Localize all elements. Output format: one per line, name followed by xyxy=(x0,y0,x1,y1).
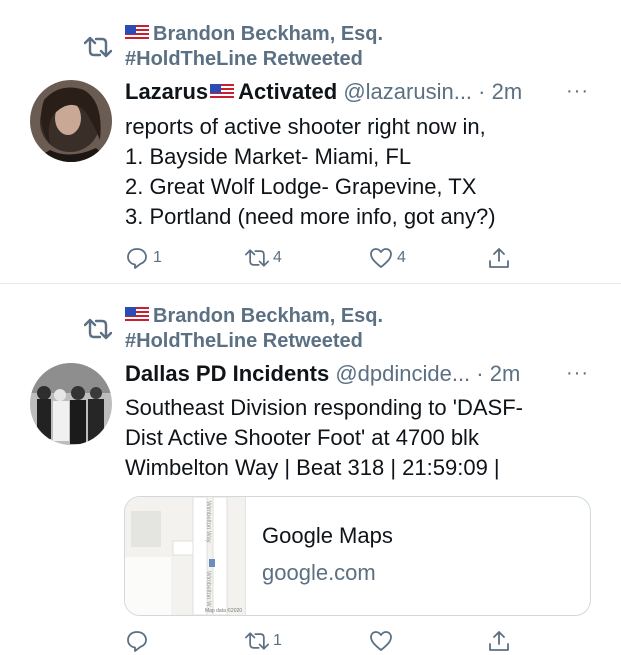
reply-icon xyxy=(127,631,147,652)
reply-count: 1 xyxy=(153,249,162,266)
timestamp[interactable]: · 2m xyxy=(476,361,520,386)
retweet-button[interactable]: 1 xyxy=(245,627,282,655)
more-icon[interactable]: ··· xyxy=(566,362,589,385)
retweet-icon xyxy=(84,318,112,340)
share-button[interactable] xyxy=(487,244,511,272)
tweet-text-line: Wimbelton Way | Beat 318 | 21:59:09 | xyxy=(125,455,500,480)
retweeted-label: #HoldTheLine Retweeted xyxy=(125,48,363,70)
share-icon xyxy=(489,631,509,651)
us-flag-icon xyxy=(125,307,149,323)
map-thumbnail: Wimbelton Way Wimbelton W Map data ©2020 xyxy=(125,497,246,615)
more-icon[interactable]: ··· xyxy=(566,80,589,103)
tweet-text-line: reports of active shooter right now in, xyxy=(125,114,486,139)
like-icon xyxy=(370,248,392,268)
tweet-actions: 1 4 4 xyxy=(125,244,517,272)
tweet-header: Lazarus Activated @lazarusin... · 2m xyxy=(125,78,522,106)
tweet-actions: 1 xyxy=(125,627,517,655)
like-button[interactable]: 4 xyxy=(369,244,406,272)
tweet-text-line: 3. Portland (need more info, got any?) xyxy=(125,204,496,229)
tweet-text-line: Dist Active Shooter Foot' at 4700 blk xyxy=(125,425,479,450)
retweet-icon xyxy=(245,249,269,267)
tweet[interactable]: Brandon Beckham, Esq. #HoldTheLine Retwe… xyxy=(0,284,621,652)
avatar[interactable] xyxy=(30,80,112,162)
tweet[interactable]: Brandon Beckham, Esq. #HoldTheLine Retwe… xyxy=(0,0,621,284)
retweet-count: 4 xyxy=(273,249,282,266)
like-icon xyxy=(370,631,392,651)
retweeter-name[interactable]: Brandon Beckham, Esq. xyxy=(153,23,383,45)
retweeter-name[interactable]: Brandon Beckham, Esq. xyxy=(153,305,383,327)
tweet-header: Dallas PD Incidents @dpdincide... · 2m xyxy=(125,360,520,388)
retweet-icon xyxy=(245,632,269,650)
like-count: 4 xyxy=(397,249,406,266)
handle[interactable]: @lazarusin... xyxy=(343,79,472,104)
map-street-label: Wimbelton Way xyxy=(205,501,211,543)
share-button[interactable] xyxy=(487,627,511,655)
card-domain: google.com xyxy=(262,560,376,585)
retweeted-label: #HoldTheLine Retweeted xyxy=(125,330,363,352)
like-button[interactable] xyxy=(369,627,397,655)
reply-button[interactable]: 1 xyxy=(125,244,162,272)
retweet-icon xyxy=(84,36,112,58)
retweet-button[interactable]: 4 xyxy=(245,244,282,272)
retweet-context[interactable]: Brandon Beckham, Esq. xyxy=(125,304,383,329)
display-name[interactable]: Lazarus Activated xyxy=(125,79,337,104)
reply-icon xyxy=(127,248,147,269)
retweet-context[interactable]: Brandon Beckham, Esq. xyxy=(125,22,383,47)
tweet-text-line: 2. Great Wolf Lodge- Grapevine, TX xyxy=(125,174,477,199)
display-name[interactable]: Dallas PD Incidents xyxy=(125,361,329,386)
handle[interactable]: @dpdincide... xyxy=(335,361,470,386)
tweet-text: reports of active shooter right now in, … xyxy=(125,112,496,232)
reply-button[interactable] xyxy=(125,627,153,655)
us-flag-icon xyxy=(210,84,235,100)
share-icon xyxy=(489,248,509,268)
link-card[interactable]: Wimbelton Way Wimbelton W Map data ©2020… xyxy=(124,496,591,616)
us-flag-icon xyxy=(125,25,149,41)
timestamp[interactable]: · 2m xyxy=(478,79,522,104)
tweet-text-line: Southeast Division responding to 'DASF- xyxy=(125,395,523,420)
retweet-count: 1 xyxy=(273,632,282,649)
card-title: Google Maps xyxy=(262,523,393,548)
map-attribution: Map data ©2020 xyxy=(205,607,242,614)
tweet-text: Southeast Division responding to 'DASF- … xyxy=(125,393,523,483)
avatar[interactable] xyxy=(30,363,112,445)
map-street-label: Wimbelton W xyxy=(205,571,211,607)
tweet-text-line: 1. Bayside Market- Miami, FL xyxy=(125,144,412,169)
